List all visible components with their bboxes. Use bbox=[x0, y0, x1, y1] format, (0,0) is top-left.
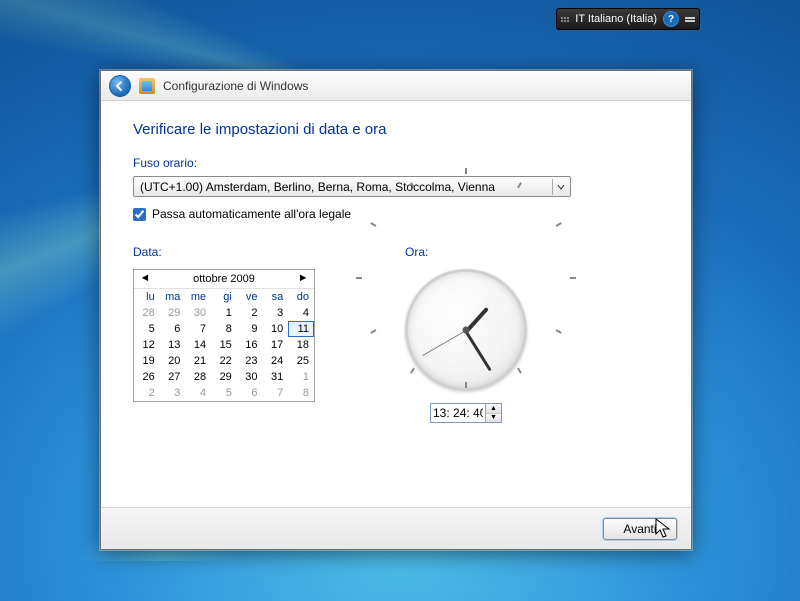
cal-day[interactable]: 1 bbox=[211, 305, 237, 321]
cal-day[interactable]: 20 bbox=[160, 353, 186, 369]
cal-day[interactable]: 9 bbox=[237, 321, 263, 337]
cal-day[interactable]: 5 bbox=[211, 385, 237, 401]
cal-day[interactable]: 7 bbox=[263, 385, 289, 401]
cal-day[interactable]: 25 bbox=[288, 353, 314, 369]
cal-day[interactable]: 4 bbox=[185, 385, 211, 401]
cal-day[interactable]: 1 bbox=[288, 369, 314, 385]
dst-checkbox[interactable] bbox=[133, 208, 146, 221]
cal-day[interactable]: 12 bbox=[134, 337, 160, 353]
cal-day[interactable]: 3 bbox=[160, 385, 186, 401]
next-button[interactable]: Avanti bbox=[603, 518, 677, 540]
oobe-icon bbox=[139, 78, 155, 94]
cal-day[interactable]: 11 bbox=[288, 321, 314, 337]
back-button[interactable] bbox=[109, 75, 131, 97]
cal-day[interactable]: 22 bbox=[211, 353, 237, 369]
clock-pin bbox=[463, 327, 470, 334]
page-heading: Verificare le impostazioni di data e ora bbox=[133, 121, 659, 138]
minute-hand bbox=[465, 331, 492, 372]
cal-day[interactable]: 6 bbox=[237, 385, 263, 401]
cal-day[interactable]: 19 bbox=[134, 353, 160, 369]
time-spinner[interactable]: ▲ ▼ bbox=[485, 404, 501, 422]
cal-day[interactable]: 5 bbox=[134, 321, 160, 337]
calendar-grid: lumamegivesado 2829301234567891011121314… bbox=[134, 289, 314, 401]
minimize-icon[interactable] bbox=[685, 17, 695, 22]
back-arrow-icon bbox=[114, 80, 126, 92]
cal-day[interactable]: 8 bbox=[288, 385, 314, 401]
second-hand bbox=[422, 330, 466, 356]
analog-clock bbox=[405, 269, 527, 391]
cal-month-year[interactable]: ottobre 2009 bbox=[193, 273, 255, 285]
cal-dow-header: ma bbox=[160, 289, 186, 305]
time-input-group[interactable]: ▲ ▼ bbox=[430, 403, 502, 423]
cal-day[interactable]: 15 bbox=[211, 337, 237, 353]
language-bar[interactable]: IT Italiano (Italia) ? bbox=[556, 8, 700, 30]
help-icon[interactable]: ? bbox=[663, 11, 679, 27]
cal-next-button[interactable]: ► bbox=[297, 273, 309, 285]
dst-checkbox-row[interactable]: Passa automaticamente all'ora legale bbox=[133, 207, 659, 221]
cal-dow-header: gi bbox=[211, 289, 237, 305]
window-header: Configurazione di Windows bbox=[101, 71, 691, 101]
cal-day[interactable]: 10 bbox=[263, 321, 289, 337]
cal-day[interactable]: 23 bbox=[237, 353, 263, 369]
cal-day[interactable]: 4 bbox=[288, 305, 314, 321]
time-label: Ora: bbox=[405, 245, 527, 259]
cal-dow-header: lu bbox=[134, 289, 160, 305]
cal-day[interactable]: 2 bbox=[134, 385, 160, 401]
cal-day[interactable]: 28 bbox=[185, 369, 211, 385]
language-label[interactable]: IT Italiano (Italia) bbox=[575, 13, 657, 25]
grip-icon bbox=[561, 17, 569, 22]
cal-day[interactable]: 21 bbox=[185, 353, 211, 369]
cal-day[interactable]: 17 bbox=[263, 337, 289, 353]
cal-dow-header: sa bbox=[263, 289, 289, 305]
cal-day[interactable]: 26 bbox=[134, 369, 160, 385]
cal-dow-header: ve bbox=[237, 289, 263, 305]
chevron-down-icon bbox=[552, 179, 568, 195]
cal-day[interactable]: 16 bbox=[237, 337, 263, 353]
window-footer: Avanti bbox=[101, 507, 691, 549]
cal-dow-header: me bbox=[185, 289, 211, 305]
spinner-up-icon[interactable]: ▲ bbox=[486, 404, 501, 414]
cal-day[interactable]: 24 bbox=[263, 353, 289, 369]
cal-day[interactable]: 3 bbox=[263, 305, 289, 321]
calendar: ◄ ottobre 2009 ► lumamegivesado 28293012… bbox=[133, 269, 315, 402]
date-label: Data: bbox=[133, 245, 315, 259]
cal-dow-header: do bbox=[288, 289, 314, 305]
cal-day[interactable]: 29 bbox=[211, 369, 237, 385]
cal-day[interactable]: 13 bbox=[160, 337, 186, 353]
cal-prev-button[interactable]: ◄ bbox=[139, 273, 151, 285]
cal-day[interactable]: 8 bbox=[211, 321, 237, 337]
cal-day[interactable]: 29 bbox=[160, 305, 186, 321]
cal-day[interactable]: 27 bbox=[160, 369, 186, 385]
timezone-label: Fuso orario: bbox=[133, 156, 659, 170]
timezone-selected: (UTC+1.00) Amsterdam, Berlino, Berna, Ro… bbox=[140, 180, 495, 194]
cal-day[interactable]: 28 bbox=[134, 305, 160, 321]
cal-day[interactable]: 6 bbox=[160, 321, 186, 337]
time-input[interactable] bbox=[431, 404, 485, 422]
cal-day[interactable]: 31 bbox=[263, 369, 289, 385]
dst-label: Passa automaticamente all'ora legale bbox=[152, 207, 351, 221]
window-title: Configurazione di Windows bbox=[163, 79, 308, 93]
cal-day[interactable]: 7 bbox=[185, 321, 211, 337]
cal-day[interactable]: 18 bbox=[288, 337, 314, 353]
cal-day[interactable]: 30 bbox=[185, 305, 211, 321]
timezone-select[interactable]: (UTC+1.00) Amsterdam, Berlino, Berna, Ro… bbox=[133, 176, 571, 197]
cal-day[interactable]: 30 bbox=[237, 369, 263, 385]
cal-day[interactable]: 2 bbox=[237, 305, 263, 321]
setup-window: Configurazione di Windows Verificare le … bbox=[100, 70, 692, 550]
cal-day[interactable]: 14 bbox=[185, 337, 211, 353]
spinner-down-icon[interactable]: ▼ bbox=[486, 414, 501, 423]
